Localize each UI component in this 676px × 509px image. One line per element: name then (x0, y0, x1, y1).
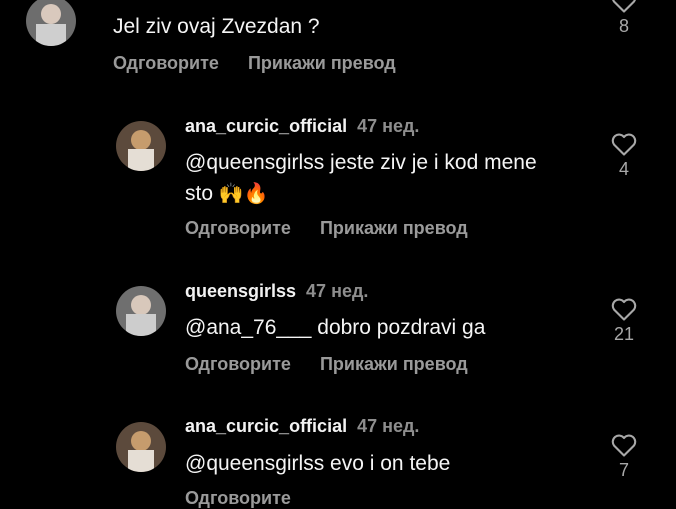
emoji: 🙌🔥 (218, 181, 269, 205)
comment-text: Jel ziv ovaj Zvezdan ? (113, 15, 320, 38)
avatar[interactable] (26, 0, 76, 46)
heart-outline-icon (611, 133, 637, 156)
username[interactable]: ana_curcic_official (185, 116, 347, 136)
comment-text: @ana_76___ dobro pozdravi ga (185, 316, 486, 339)
reply-button[interactable]: Одговорите (185, 488, 291, 508)
reply-button[interactable]: Одговорите (185, 218, 291, 238)
heart-outline-icon (612, 0, 636, 13)
avatar[interactable] (116, 286, 166, 336)
comment-actions: Одговорите Прикажи превод (185, 354, 492, 375)
like-button[interactable]: 8 (604, 0, 644, 37)
like-count: 8 (618, 16, 629, 36)
comment-text: @queensgirlss evo i on tebe (185, 452, 451, 475)
timestamp: 47 нед. (357, 116, 420, 136)
like-count: 21 (613, 324, 635, 344)
translate-button[interactable]: Прикажи превод (248, 53, 396, 73)
comment-header: queensgirlss 47 нед. (185, 281, 368, 302)
username[interactable]: ana_curcic_official (185, 416, 347, 436)
like-button[interactable]: 4 (604, 131, 644, 180)
avatar[interactable] (116, 121, 166, 171)
like-button[interactable]: 21 (604, 296, 644, 345)
avatar[interactable] (116, 422, 166, 472)
translate-button[interactable]: Прикажи превод (320, 218, 468, 238)
comment-header: ana_curcic_official 47 нед. (185, 116, 419, 137)
timestamp: 47 нед. (306, 281, 369, 301)
comment-actions: Одговорите Прикажи превод (113, 53, 420, 74)
reply-button[interactable]: Одговорите (113, 53, 219, 73)
like-button[interactable]: 7 (604, 432, 644, 481)
comment-text: @queensgirlss jeste ziv je i kod mene st… (185, 147, 545, 209)
like-count: 4 (618, 159, 629, 179)
translate-button[interactable]: Прикажи превод (320, 354, 468, 374)
like-count: 7 (618, 460, 629, 480)
heart-outline-icon (611, 434, 637, 457)
heart-outline-icon (611, 298, 637, 321)
timestamp: 47 нед. (357, 416, 420, 436)
username[interactable]: queensgirlss (185, 281, 296, 301)
comment-actions: Одговорите Прикажи превод (185, 218, 492, 239)
reply-button[interactable]: Одговорите (185, 354, 291, 374)
comment-header: ana_curcic_official 47 нед. (185, 416, 419, 437)
